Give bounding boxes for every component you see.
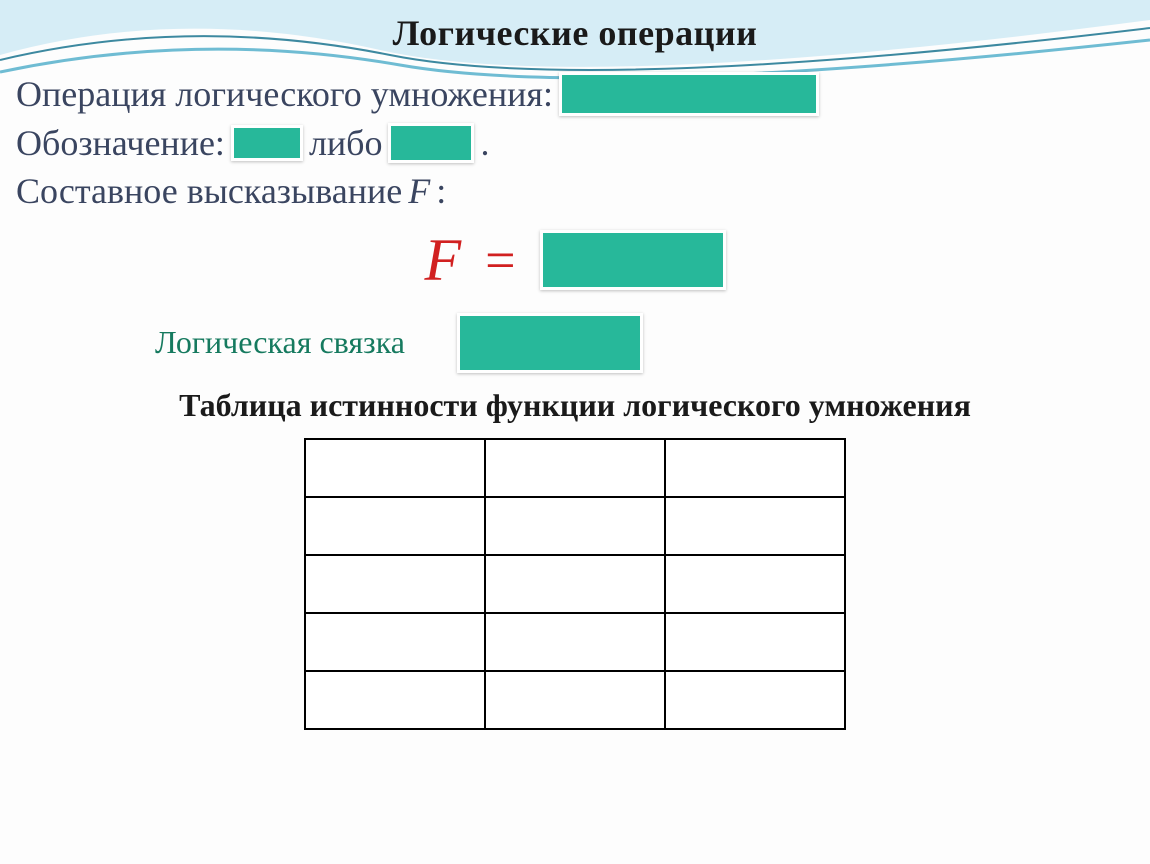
- notation-separator: либо: [309, 119, 383, 168]
- equation-rhs-placeholder: [540, 230, 726, 290]
- equation-row: F =: [0, 226, 1150, 295]
- slide-content: Логические операции Операция логического…: [0, 0, 1150, 730]
- table-cell: [665, 555, 845, 613]
- truth-table: [304, 438, 846, 730]
- table-cell: [665, 613, 845, 671]
- connective-row: Логическая связка: [0, 313, 1150, 373]
- table-cell: [485, 439, 665, 497]
- equation-lhs: F: [424, 226, 461, 295]
- table-cell: [485, 613, 665, 671]
- equals-sign: =: [485, 229, 515, 291]
- slide-title: Логические операции: [0, 12, 1150, 54]
- compound-label: Составное высказывание: [16, 167, 402, 216]
- connective-label: Логическая связка: [155, 324, 405, 361]
- table-cell: [305, 671, 485, 729]
- notation-symbol-1-placeholder: [231, 125, 303, 161]
- table-cell: [305, 555, 485, 613]
- table-cell: [305, 613, 485, 671]
- table-cell: [305, 497, 485, 555]
- operation-label: Операция логического умножения:: [16, 70, 553, 119]
- equation-rhs-stack: [540, 230, 726, 290]
- table-row: [305, 613, 845, 671]
- table-cell: [665, 497, 845, 555]
- table-row: [305, 497, 845, 555]
- table-row: [305, 439, 845, 497]
- connective-answer-placeholder: [457, 313, 643, 373]
- table-cell: [485, 497, 665, 555]
- compound-variable: F: [408, 167, 430, 216]
- table-cell: [485, 555, 665, 613]
- compound-suffix: :: [436, 167, 446, 216]
- table-row: [305, 671, 845, 729]
- table-title: Таблица истинности функции логического у…: [0, 387, 1150, 424]
- table-cell: [665, 439, 845, 497]
- table-cell: [305, 439, 485, 497]
- notation-line: Обозначение: либо .: [0, 119, 1150, 168]
- notation-suffix: .: [480, 119, 489, 168]
- operation-answer-placeholder: [559, 72, 819, 116]
- table-cell: [485, 671, 665, 729]
- notation-prefix: Обозначение:: [16, 119, 225, 168]
- operation-line: Операция логического умножения:: [0, 70, 1150, 119]
- compound-line: Составное высказывание F:: [0, 167, 1150, 216]
- table-cell: [665, 671, 845, 729]
- notation-symbol-2-placeholder: [388, 123, 474, 163]
- table-row: [305, 555, 845, 613]
